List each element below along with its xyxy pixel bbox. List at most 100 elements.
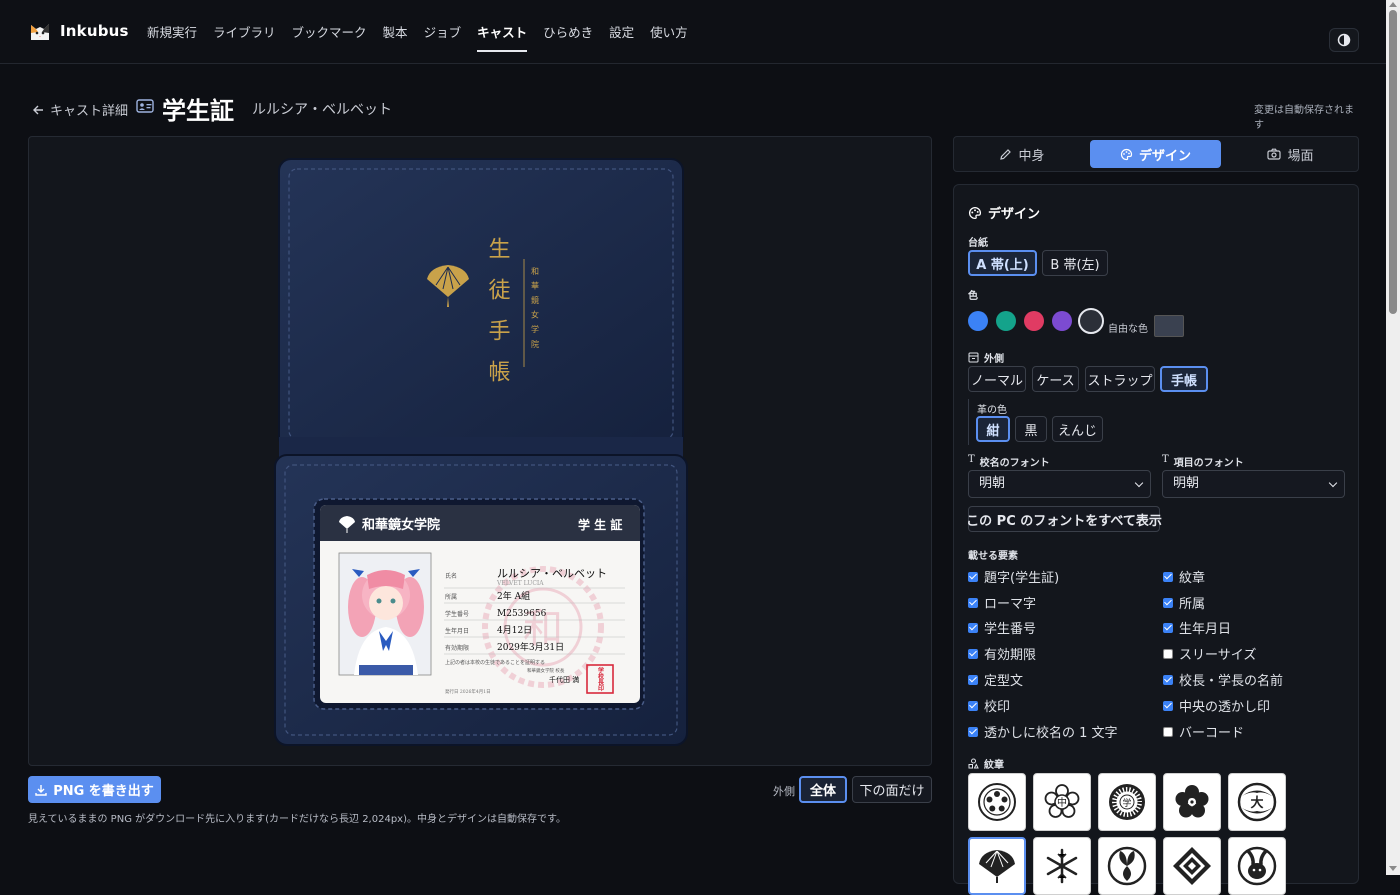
- crest-option-plum[interactable]: [1163, 773, 1221, 831]
- outer-label: 外側: [984, 354, 1004, 365]
- crest-option-snowflake[interactable]: [1033, 837, 1091, 895]
- back-link-label: キャスト詳細: [50, 104, 129, 119]
- leather-enji-button[interactable]: えんじ: [1052, 416, 1103, 442]
- crest-option-rabbit[interactable]: [1228, 837, 1286, 895]
- element-affiliation-checkbox[interactable]: 所属: [1163, 593, 1205, 612]
- crest-option-hollyhock[interactable]: [1098, 837, 1156, 895]
- element-principal-checkbox[interactable]: 校長・学長の名前: [1163, 670, 1283, 689]
- item-font-section: T 項目のフォント: [1162, 454, 1244, 469]
- school-seal-text: 学校長印: [597, 666, 604, 692]
- element-romaji-checkbox[interactable]: ローマ字: [968, 593, 1036, 612]
- element-student-number-label: 学生番号: [984, 622, 1037, 637]
- checkbox-checked[interactable]: [1163, 597, 1173, 608]
- color-swatch-teal[interactable]: [996, 311, 1016, 331]
- nav-help[interactable]: 使い方: [650, 22, 688, 52]
- element-barcode-label: バーコード: [1179, 726, 1245, 741]
- checkbox-unchecked[interactable]: [1163, 648, 1173, 659]
- checkbox-checked[interactable]: [968, 571, 978, 582]
- element-birthday-label: 生年月日: [1179, 622, 1232, 637]
- element-boilerplate-checkbox[interactable]: 定型文: [968, 670, 1023, 689]
- element-birthday-checkbox[interactable]: 生年月日: [1163, 618, 1231, 637]
- color-swatch-blue[interactable]: [968, 311, 988, 331]
- crest-option-ginkgo[interactable]: [968, 837, 1026, 895]
- crest-option-sakura-chu[interactable]: 中: [1033, 773, 1091, 831]
- element-watermark-checkbox[interactable]: 中央の透かし印: [1163, 696, 1270, 715]
- item-font-select[interactable]: 明朝: [1162, 470, 1345, 498]
- outer-view-all-button[interactable]: 全体: [799, 776, 847, 803]
- base-b-button[interactable]: B 帯(左): [1042, 250, 1108, 276]
- scroll-down-arrow-icon[interactable]: [1389, 866, 1397, 871]
- nav-inspiration[interactable]: ひらめき: [543, 22, 593, 52]
- nav-binding[interactable]: 製本: [383, 22, 408, 52]
- element-student-number-checkbox[interactable]: 学生番号: [968, 618, 1036, 637]
- back-link[interactable]: キャスト詳細: [32, 100, 128, 119]
- checkbox-checked[interactable]: [968, 597, 978, 608]
- page-scrollbar[interactable]: [1386, 0, 1400, 875]
- checkbox-checked[interactable]: [1163, 622, 1173, 633]
- checkbox-checked[interactable]: [968, 700, 978, 711]
- checkbox-checked[interactable]: [968, 726, 978, 737]
- leather-black-button[interactable]: 黒: [1015, 416, 1047, 442]
- outer-view-bottom-button[interactable]: 下の面だけ: [852, 776, 932, 803]
- element-romaji-label: ローマ字: [984, 597, 1037, 612]
- color-swatch-purple[interactable]: [1052, 311, 1072, 331]
- outer-normal-button[interactable]: ノーマル: [968, 366, 1026, 392]
- crest-option-sakura-ring[interactable]: [968, 773, 1026, 831]
- element-watermark-char-checkbox[interactable]: 透かしに校名の 1 文字: [968, 722, 1118, 741]
- app-logo[interactable]: Inkubus: [28, 19, 129, 43]
- nav-cast[interactable]: キャスト: [477, 22, 528, 52]
- color-swatch-pink[interactable]: [1024, 311, 1044, 331]
- export-png-button[interactable]: PNG を書き出す: [28, 776, 161, 803]
- tab-scene-label: 場面: [1287, 148, 1314, 164]
- checkbox-checked[interactable]: [968, 648, 978, 659]
- field-expiry-label: 有効期限: [445, 644, 469, 652]
- field-number-label: 学生番号: [445, 610, 469, 618]
- element-barcode-checkbox[interactable]: バーコード: [1163, 722, 1244, 741]
- element-seal-checkbox[interactable]: 校印: [968, 696, 1010, 715]
- element-title-checkbox[interactable]: 題字(学生証): [968, 567, 1059, 586]
- snowflake-crest-icon: [1046, 848, 1078, 884]
- color-swatch-dark[interactable]: [1078, 308, 1104, 334]
- leather-navy-button[interactable]: 紺: [976, 416, 1010, 442]
- checkbox-checked[interactable]: [968, 674, 978, 685]
- cat-logo-icon: [31, 24, 49, 40]
- export-png-label: PNG を書き出す: [53, 784, 154, 799]
- theme-toggle-button[interactable]: [1329, 28, 1359, 52]
- outer-case-button[interactable]: ケース: [1032, 366, 1079, 392]
- item-font-label: 項目のフォント: [1173, 458, 1244, 469]
- crest-option-diamond[interactable]: [1163, 837, 1221, 895]
- checkbox-checked[interactable]: [968, 622, 978, 633]
- nav-new-run[interactable]: 新規実行: [147, 22, 197, 52]
- pencil-icon: [1000, 148, 1012, 160]
- base-a-button[interactable]: A 帯(上): [968, 250, 1037, 276]
- crest-option-chrysanthemum-gaku[interactable]: 学: [1098, 773, 1156, 831]
- element-crest-label: 紋章: [1179, 571, 1206, 586]
- show-all-fonts-button[interactable]: この PC のフォントをすべて表示: [966, 506, 1162, 532]
- nav-library[interactable]: ライブラリ: [213, 22, 276, 52]
- tab-scene[interactable]: 場面: [1225, 140, 1356, 168]
- tab-design-label: デザイン: [1138, 148, 1191, 164]
- tab-contents[interactable]: 中身: [958, 140, 1086, 168]
- palette-icon: [969, 206, 982, 219]
- checkbox-unchecked[interactable]: [1163, 726, 1173, 737]
- checkbox-checked[interactable]: [1163, 700, 1173, 711]
- scroll-up-arrow-icon[interactable]: [1389, 2, 1397, 7]
- nav-jobs[interactable]: ジョブ: [424, 22, 462, 52]
- nav-bookmarks[interactable]: ブックマーク: [292, 22, 367, 52]
- crest-option-dai-ring[interactable]: 大: [1228, 773, 1286, 831]
- card-principal-name: 千代田 満: [549, 675, 579, 684]
- school-font-select[interactable]: 明朝: [968, 470, 1151, 498]
- element-crest-checkbox[interactable]: 紋章: [1163, 567, 1205, 586]
- tab-design[interactable]: デザイン: [1090, 140, 1221, 168]
- scroll-thumb[interactable]: [1389, 10, 1397, 314]
- outer-strap-button[interactable]: ストラップ: [1085, 366, 1155, 392]
- nav-settings[interactable]: 設定: [609, 22, 634, 52]
- outer-notebook-button[interactable]: 手帳: [1160, 366, 1208, 392]
- element-expiry-checkbox[interactable]: 有効期限: [968, 644, 1036, 663]
- field-birthday-label: 生年月日: [445, 627, 469, 635]
- checkbox-checked[interactable]: [1163, 674, 1173, 685]
- checkbox-checked[interactable]: [1163, 571, 1173, 582]
- arrow-left-icon: [33, 105, 43, 114]
- element-three-size-checkbox[interactable]: スリーサイズ: [1163, 644, 1256, 663]
- free-color-picker[interactable]: [1154, 315, 1184, 337]
